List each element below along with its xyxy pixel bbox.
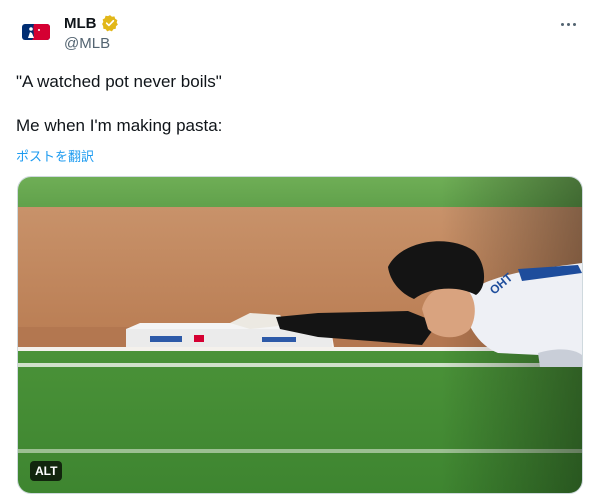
post-photo[interactable]: OHT ALT bbox=[17, 176, 583, 494]
more-options-button[interactable] bbox=[556, 14, 580, 34]
verified-badge-icon bbox=[101, 15, 118, 32]
mlb-logo-icon bbox=[22, 24, 50, 40]
more-horizontal-icon bbox=[572, 22, 576, 26]
user-handle[interactable]: @MLB bbox=[64, 35, 110, 52]
more-horizontal-icon bbox=[560, 22, 564, 26]
author-name-row: MLB bbox=[64, 14, 119, 32]
display-name[interactable]: MLB bbox=[64, 15, 97, 32]
post-text-line: ​ bbox=[16, 93, 222, 115]
post: MLB @MLB "A watched pot never boils" ​ M… bbox=[0, 0, 592, 497]
more-horizontal-icon bbox=[566, 22, 570, 26]
post-text-line: "A watched pot never boils" bbox=[16, 72, 222, 91]
alt-text-badge[interactable]: ALT bbox=[30, 461, 63, 481]
baseball-slide-photo: OHT bbox=[18, 177, 582, 493]
avatar[interactable] bbox=[16, 12, 56, 52]
translate-post-link[interactable]: ポストを翻訳 bbox=[16, 146, 94, 165]
post-text: "A watched pot never boils" ​ Me when I'… bbox=[16, 71, 222, 137]
post-text-line: Me when I'm making pasta: bbox=[16, 116, 223, 135]
